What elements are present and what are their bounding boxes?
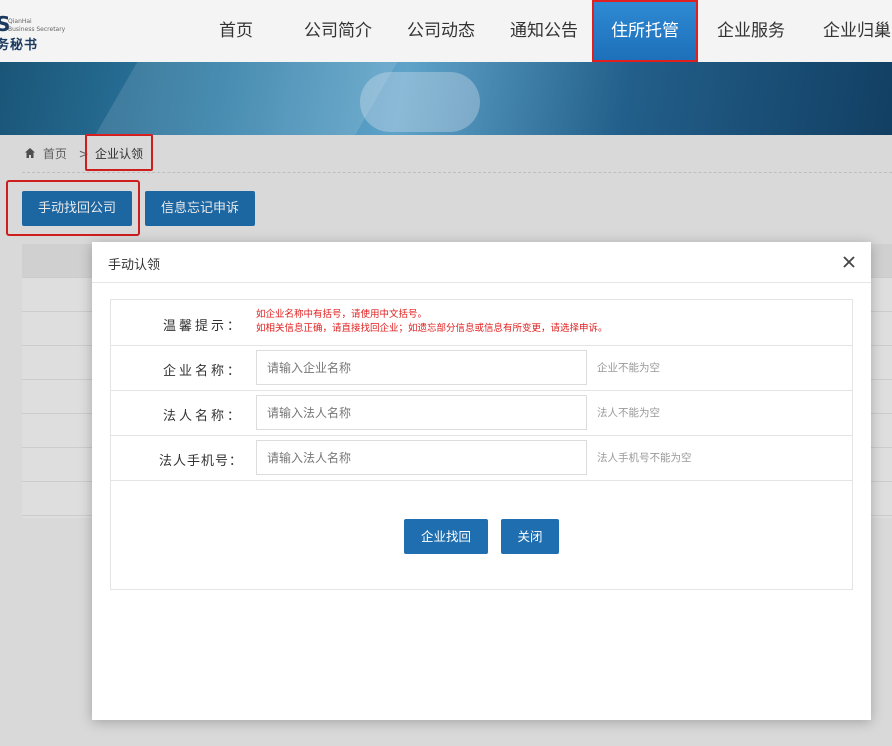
tip-row: 温馨提示： 如企业名称中有括号，请使用中文括号。 如相关信息正确，请直接找回企业… (111, 300, 852, 346)
close-icon[interactable] (841, 254, 857, 270)
nav-item-home[interactable]: 首页 (200, 0, 272, 62)
nav-item-company-news[interactable]: 公司动态 (400, 0, 482, 62)
nav-item-enterprise-return[interactable]: 企业归巢 (812, 0, 892, 62)
company-name-input[interactable] (256, 350, 587, 385)
nav-item-address-hosting[interactable]: 住所托管 (592, 0, 698, 62)
company-name-hint: 企业不能为空 (597, 362, 660, 374)
logo-chinese-name: 务秘书 (0, 38, 39, 53)
dialog-header: 手动认领 (92, 242, 871, 283)
legal-phone-row: 法人手机号： 法人手机号不能为空 (111, 436, 852, 481)
tip-text: 如企业名称中有括号，请使用中文括号。 如相关信息正确，请直接找回企业；如遗忘部分… (256, 308, 608, 336)
claim-form: 温馨提示： 如企业名称中有括号，请使用中文括号。 如相关信息正确，请直接找回企业… (110, 299, 853, 590)
banner-decoration (360, 72, 480, 132)
legal-person-label: 法人名称： (162, 409, 243, 424)
nav-item-company-profile[interactable]: 公司简介 (297, 0, 379, 62)
submit-claim-button[interactable]: 企业找回 (404, 519, 488, 554)
nav-item-enterprise-services[interactable]: 企业服务 (710, 0, 792, 62)
legal-person-row: 法人名称： 法人不能为空 (111, 391, 852, 436)
company-name-row: 企业名称： 企业不能为空 (111, 346, 852, 391)
tip-label: 温馨提示： (162, 319, 243, 334)
legal-phone-label: 法人手机号： (158, 454, 243, 469)
legal-phone-hint: 法人手机号不能为空 (597, 452, 692, 464)
legal-person-input[interactable] (256, 395, 587, 430)
nav-item-notices[interactable]: 通知公告 (503, 0, 585, 62)
legal-person-hint: 法人不能为空 (597, 407, 660, 419)
site-logo[interactable]: S QianHai Business Secretary 务秘书 (0, 12, 86, 53)
logo-subtitle: QianHai Business Secretary (8, 18, 66, 33)
manual-claim-dialog: 手动认领 温馨提示： 如企业名称中有括号，请使用中文括号。 如相关信息正确，请直… (92, 242, 871, 720)
tip-line: 如企业名称中有括号，请使用中文括号。 (256, 309, 428, 320)
company-name-label: 企业名称： (162, 364, 243, 379)
tip-line: 如相关信息正确，请直接找回企业；如遗忘部分信息或信息有所变更，请选择申诉。 (256, 323, 608, 334)
dialog-title: 手动认领 (108, 258, 161, 273)
legal-phone-input[interactable] (256, 440, 587, 475)
site-header: S QianHai Business Secretary 务秘书 首页 公司简介… (0, 0, 892, 62)
close-dialog-button[interactable]: 关闭 (501, 519, 559, 554)
hero-banner (0, 62, 892, 135)
